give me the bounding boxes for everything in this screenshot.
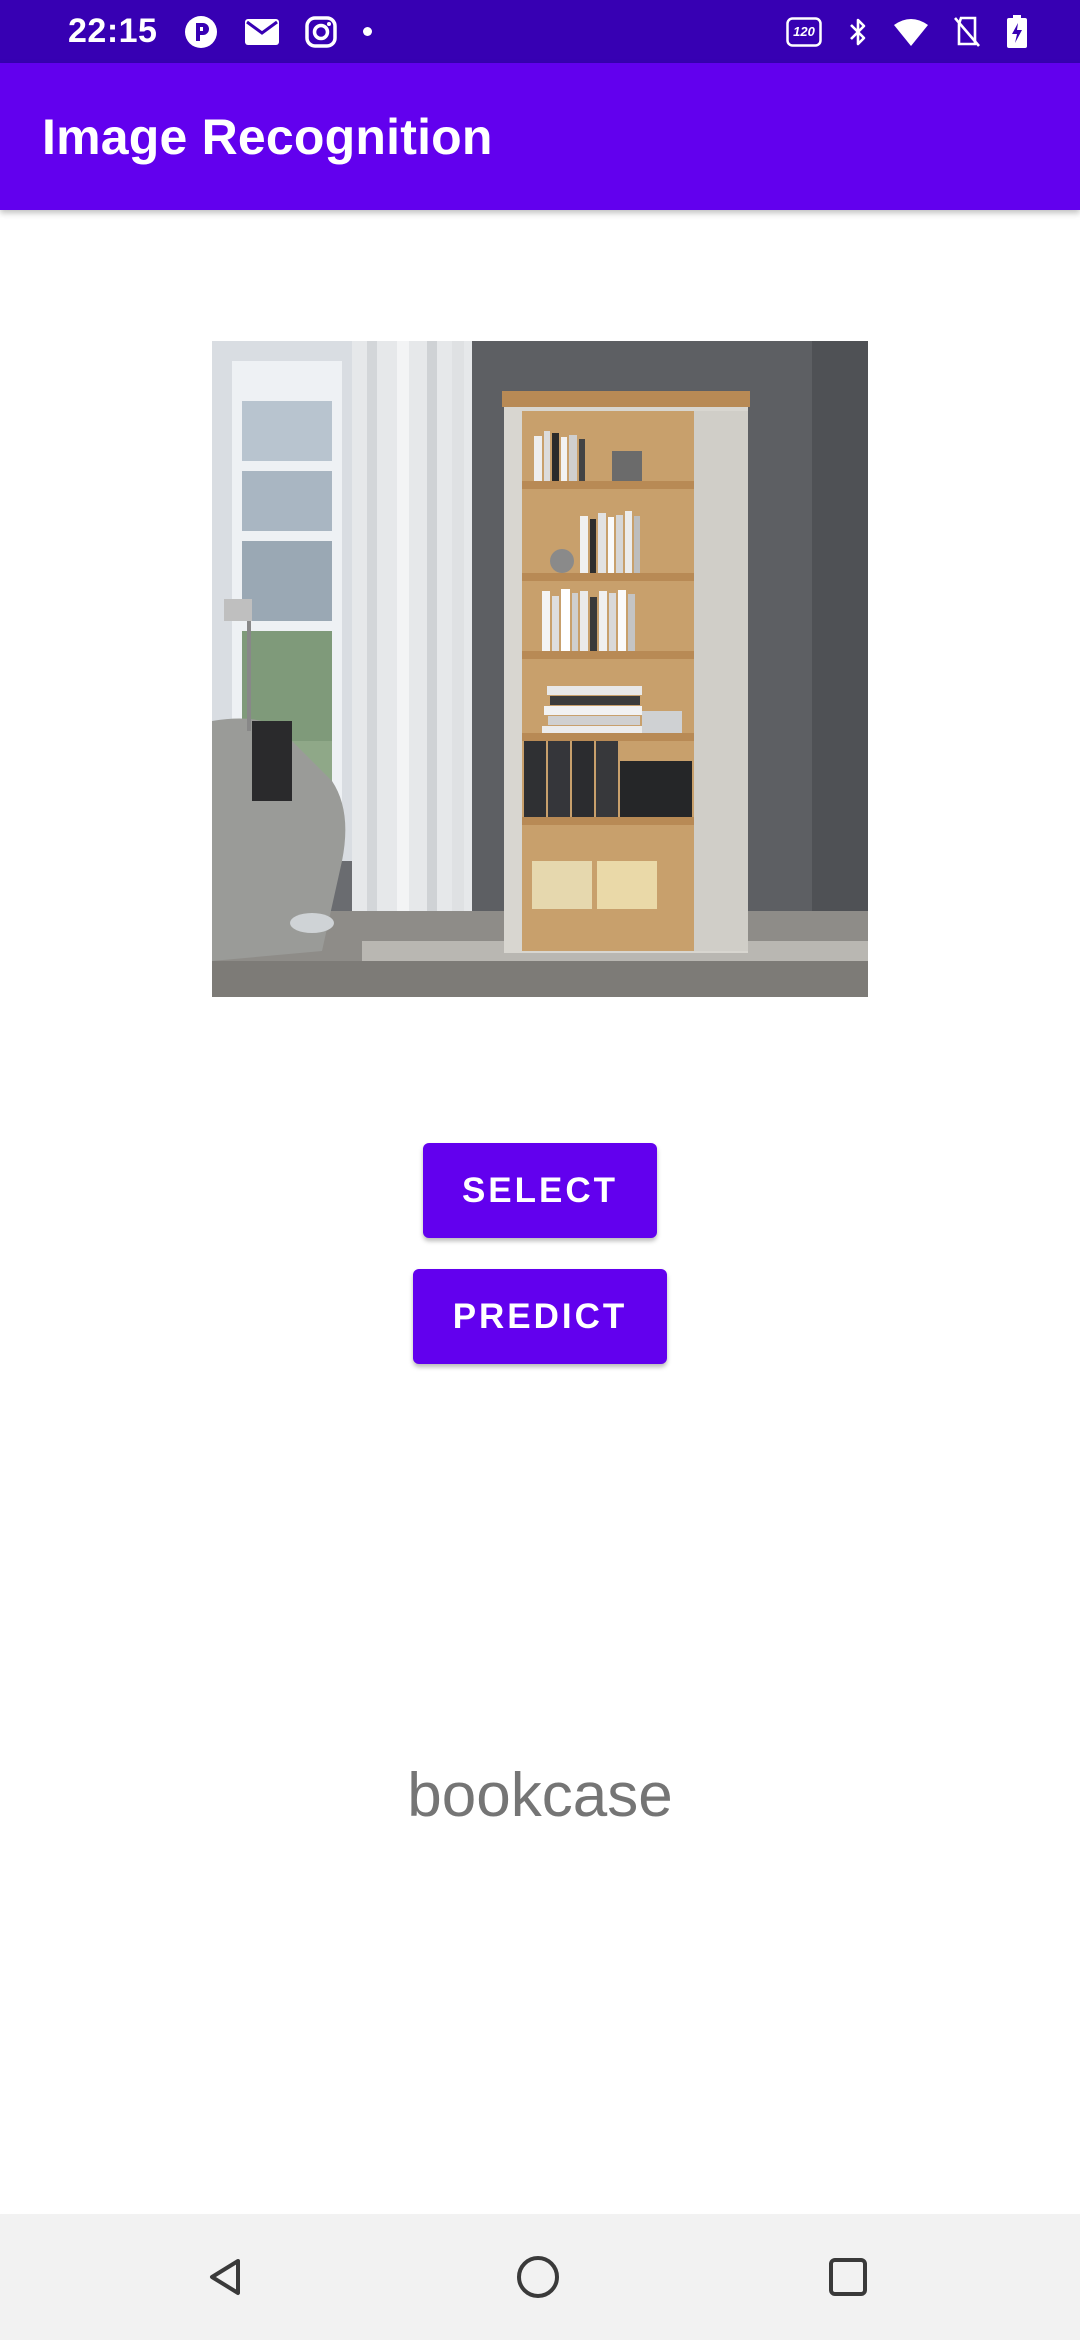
status-bar-right: 120 — [786, 14, 1028, 49]
app-bar: Image Recognition — [0, 63, 1080, 210]
recents-icon[interactable] — [820, 2249, 876, 2305]
status-time: 22:15 — [68, 12, 158, 50]
navigation-bar — [0, 2214, 1080, 2340]
status-bar: 22:15 120 — [0, 0, 1080, 63]
battery-charging-icon — [1006, 14, 1028, 49]
wifi-icon — [894, 18, 928, 46]
instagram-icon — [305, 15, 338, 48]
mail-icon — [245, 18, 280, 45]
bluetooth-icon — [848, 16, 868, 48]
screen: 22:15 120 Image Recognition SELECT PREDI… — [0, 0, 1080, 2340]
no-sim-icon — [954, 16, 980, 48]
app-title: Image Recognition — [42, 108, 493, 165]
selected-image — [212, 341, 868, 997]
predict-button[interactable]: PREDICT — [413, 1269, 667, 1364]
prediction-result: bookcase — [407, 1761, 673, 1830]
bookcase-photo — [212, 341, 868, 997]
select-button[interactable]: SELECT — [423, 1143, 657, 1238]
refresh-rate-label: 120 — [793, 24, 815, 39]
home-icon[interactable] — [510, 2249, 566, 2305]
more-dot-icon — [363, 27, 373, 36]
back-icon[interactable] — [198, 2249, 254, 2305]
refresh-rate-120hz-icon: 120 — [786, 16, 822, 47]
app-notification-icon — [183, 14, 219, 50]
status-bar-left: 22:15 — [68, 12, 373, 51]
